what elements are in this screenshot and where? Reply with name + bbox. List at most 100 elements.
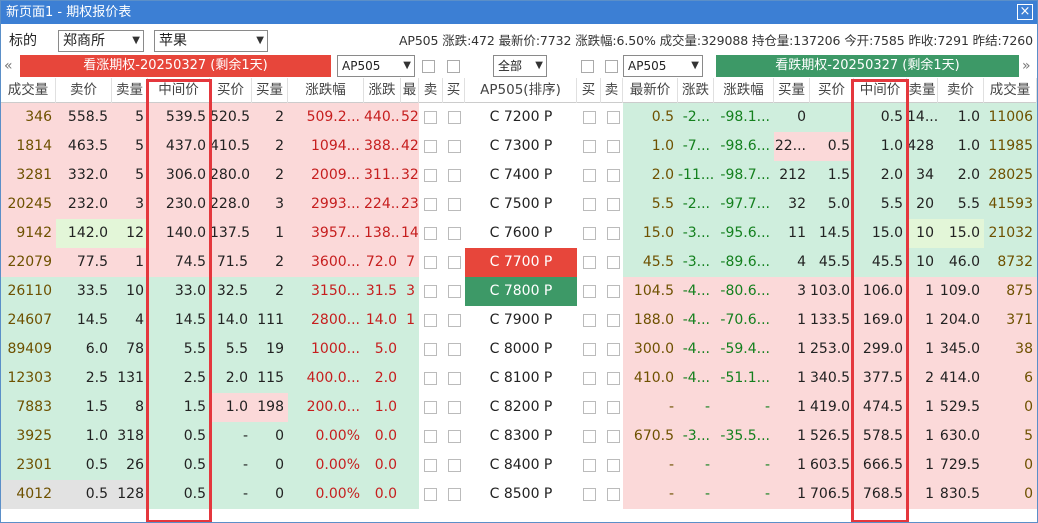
checkbox[interactable] bbox=[583, 169, 596, 182]
column-header-strike[interactable]: AP505(排序) bbox=[465, 78, 577, 103]
checkbox[interactable] bbox=[607, 198, 620, 211]
strike-cell[interactable]: C 8100 P bbox=[465, 364, 577, 393]
strike-cell[interactable]: C 8500 P bbox=[465, 480, 577, 509]
column-header[interactable]: 最新价 bbox=[623, 78, 678, 103]
column-header[interactable]: 卖 bbox=[601, 78, 623, 103]
checkbox[interactable] bbox=[607, 111, 620, 124]
checkbox[interactable] bbox=[448, 488, 461, 501]
checkbox[interactable] bbox=[448, 256, 461, 269]
checkbox[interactable] bbox=[607, 488, 620, 501]
column-header[interactable]: 卖 bbox=[419, 78, 443, 103]
column-header[interactable]: 卖价 bbox=[938, 78, 984, 103]
strike-cell[interactable]: C 7700 P bbox=[465, 248, 577, 277]
checkbox[interactable] bbox=[448, 111, 461, 124]
checkbox[interactable] bbox=[448, 314, 461, 327]
checkbox[interactable] bbox=[583, 488, 596, 501]
checkbox[interactable] bbox=[448, 430, 461, 443]
column-header[interactable]: 成交量 bbox=[1, 78, 56, 103]
strike-cell[interactable]: C 7900 P bbox=[465, 306, 577, 335]
checkbox[interactable] bbox=[605, 60, 618, 73]
checkbox[interactable] bbox=[424, 256, 437, 269]
strike-cell[interactable]: C 7600 P bbox=[465, 219, 577, 248]
column-header[interactable]: 买价 bbox=[210, 78, 252, 103]
checkbox[interactable] bbox=[448, 198, 461, 211]
checkbox[interactable] bbox=[607, 459, 620, 472]
checkbox[interactable] bbox=[424, 372, 437, 385]
checkbox[interactable] bbox=[583, 343, 596, 356]
checkbox[interactable] bbox=[424, 227, 437, 240]
checkbox[interactable] bbox=[424, 488, 437, 501]
checkbox[interactable] bbox=[448, 459, 461, 472]
column-header[interactable]: 涨跌幅 bbox=[288, 78, 364, 103]
checkbox[interactable] bbox=[607, 169, 620, 182]
checkbox[interactable] bbox=[448, 372, 461, 385]
strike-cell[interactable]: C 7800 P bbox=[465, 277, 577, 306]
strike-cell[interactable]: C 7400 P bbox=[465, 161, 577, 190]
checkbox[interactable] bbox=[424, 198, 437, 211]
checkbox[interactable] bbox=[607, 140, 620, 153]
checkbox[interactable] bbox=[447, 60, 460, 73]
strike-cell[interactable]: C 8300 P bbox=[465, 422, 577, 451]
column-header[interactable]: 成交量 bbox=[984, 78, 1037, 103]
checkbox[interactable] bbox=[583, 227, 596, 240]
checkbox[interactable] bbox=[424, 285, 437, 298]
strike-cell[interactable]: C 7300 P bbox=[465, 132, 577, 161]
call-contract-select[interactable]: AP505 ▼ bbox=[337, 55, 415, 77]
checkbox[interactable] bbox=[424, 430, 437, 443]
checkbox[interactable] bbox=[583, 256, 596, 269]
checkbox[interactable] bbox=[448, 169, 461, 182]
column-header[interactable]: 涨跌幅 bbox=[714, 78, 774, 103]
checkbox[interactable] bbox=[583, 430, 596, 443]
checkbox[interactable] bbox=[583, 372, 596, 385]
column-header[interactable]: 涨跌 bbox=[678, 78, 714, 103]
checkbox[interactable] bbox=[424, 401, 437, 414]
checkbox[interactable] bbox=[583, 111, 596, 124]
checkbox[interactable] bbox=[448, 343, 461, 356]
checkbox[interactable] bbox=[607, 285, 620, 298]
column-header[interactable]: 卖量 bbox=[112, 78, 148, 103]
column-header[interactable]: 买 bbox=[577, 78, 601, 103]
checkbox[interactable] bbox=[448, 227, 461, 240]
column-header[interactable]: 卖价 bbox=[56, 78, 112, 103]
checkbox[interactable] bbox=[607, 343, 620, 356]
filter-all-select[interactable]: 全部 ▼ bbox=[493, 55, 547, 77]
checkbox[interactable] bbox=[607, 430, 620, 443]
scroll-left-icon[interactable]: « bbox=[4, 54, 13, 78]
checkbox[interactable] bbox=[607, 227, 620, 240]
checkbox[interactable] bbox=[607, 401, 620, 414]
strike-cell[interactable]: C 7500 P bbox=[465, 190, 577, 219]
checkbox[interactable] bbox=[424, 140, 437, 153]
put-contract-select[interactable]: AP505 ▼ bbox=[623, 55, 703, 77]
checkbox[interactable] bbox=[583, 401, 596, 414]
checkbox[interactable] bbox=[607, 314, 620, 327]
checkbox[interactable] bbox=[448, 140, 461, 153]
column-header[interactable]: 买量 bbox=[774, 78, 810, 103]
checkbox[interactable] bbox=[424, 169, 437, 182]
checkbox[interactable] bbox=[448, 401, 461, 414]
scroll-right-icon[interactable]: » bbox=[1022, 54, 1031, 78]
column-header[interactable]: 买价 bbox=[810, 78, 854, 103]
strike-cell[interactable]: C 8400 P bbox=[465, 451, 577, 480]
checkbox[interactable] bbox=[607, 256, 620, 269]
checkbox[interactable] bbox=[424, 111, 437, 124]
checkbox[interactable] bbox=[424, 343, 437, 356]
column-header[interactable]: 买 bbox=[443, 78, 465, 103]
product-select[interactable]: 苹果 ▼ bbox=[154, 30, 268, 52]
checkbox[interactable] bbox=[583, 198, 596, 211]
checkbox[interactable] bbox=[583, 140, 596, 153]
checkbox[interactable] bbox=[607, 372, 620, 385]
exchange-select[interactable]: 郑商所 ▼ bbox=[58, 30, 144, 52]
strike-cell[interactable]: C 7200 P bbox=[465, 103, 577, 132]
checkbox[interactable] bbox=[448, 285, 461, 298]
checkbox[interactable] bbox=[424, 459, 437, 472]
checkbox[interactable] bbox=[581, 60, 594, 73]
column-header[interactable]: 卖量 bbox=[907, 78, 938, 103]
checkbox[interactable] bbox=[583, 314, 596, 327]
column-header[interactable]: 买量 bbox=[252, 78, 288, 103]
column-header[interactable]: 涨跌 bbox=[364, 78, 401, 103]
checkbox[interactable] bbox=[424, 314, 437, 327]
strike-cell[interactable]: C 8200 P bbox=[465, 393, 577, 422]
close-icon[interactable]: × bbox=[1017, 4, 1033, 20]
strike-cell[interactable]: C 8000 P bbox=[465, 335, 577, 364]
checkbox[interactable] bbox=[583, 459, 596, 472]
